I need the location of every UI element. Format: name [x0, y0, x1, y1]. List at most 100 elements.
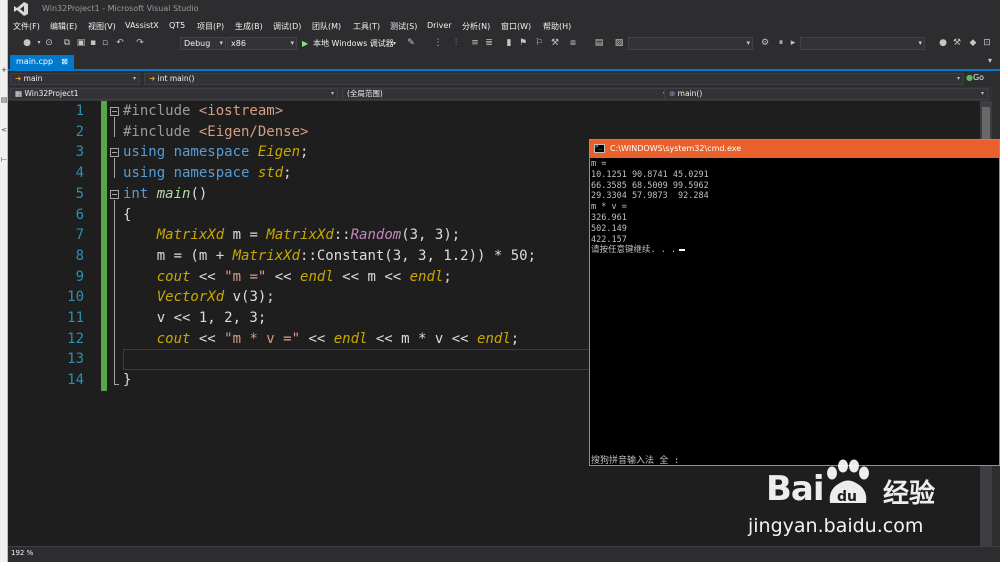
code-token: } — [123, 372, 132, 389]
tools-icon[interactable]: ⚒ — [952, 38, 962, 48]
menu-item[interactable]: 工具(T) — [353, 21, 380, 32]
share-icon[interactable]: < — [0, 126, 8, 134]
prev-bookmark-icon[interactable]: ⚑ — [518, 38, 528, 48]
settings-icon[interactable]: ⊡ — [982, 38, 992, 48]
menu-item[interactable]: 调试(D) — [273, 21, 301, 32]
forward-icon[interactable]: ⊙ — [44, 38, 54, 48]
save-all-icon[interactable]: ▫ — [100, 38, 110, 48]
code-line[interactable]: using namespace Eigen; — [123, 142, 308, 163]
open-file-icon[interactable]: ▣ — [76, 38, 86, 48]
go-button[interactable]: ●Go — [966, 73, 984, 85]
chevron-down-icon: ▾ — [956, 75, 960, 82]
clear-bookmarks-icon[interactable]: ⚒ — [550, 38, 560, 48]
code-line[interactable]: using namespace std; — [123, 163, 292, 184]
menu-item[interactable]: 分析(N) — [462, 21, 490, 32]
code-line[interactable]: VectorXd v(3); — [123, 287, 275, 308]
search-combo[interactable]: ▾ — [628, 37, 753, 50]
code-line[interactable]: cout << "m =" << endl << m << endl; — [123, 267, 452, 288]
debug-step-icon[interactable]: ⏸ — [776, 38, 786, 48]
qt-icon[interactable]: ◆ — [968, 38, 978, 48]
zoom-level[interactable]: 192 % — [11, 549, 33, 557]
console-cursor — [679, 249, 686, 252]
context-select[interactable]: ➜ main ▾ — [10, 73, 140, 85]
visual-studio-logo-icon — [14, 2, 28, 16]
code-line[interactable]: #include <Eigen/Dense> — [123, 122, 308, 143]
pin-icon[interactable]: + — [0, 66, 8, 74]
back-icon[interactable]: ● — [22, 38, 32, 48]
code-token: "m * v =" — [224, 330, 301, 347]
menu-item[interactable]: QT5 — [169, 21, 185, 30]
build-icon[interactable]: ⚙ — [760, 38, 770, 48]
menu-item[interactable]: 测试(S) — [390, 21, 417, 32]
menu-item[interactable]: Driver — [427, 21, 452, 30]
menu-item[interactable]: 团队(M) — [312, 21, 341, 32]
code-line[interactable]: #include <iostream> — [123, 101, 283, 122]
document-tab-strip: main.cpp ⊠ ▾ — [8, 53, 1000, 71]
code-line[interactable]: v << 1, 2, 3; — [123, 308, 267, 329]
scope-select[interactable]: (全局范围)▾ — [342, 88, 670, 100]
code-line[interactable]: { — [123, 205, 131, 226]
code-line[interactable]: MatrixXd m = MatrixXd::Random(3, 3); — [123, 225, 460, 246]
go-label: Go — [972, 73, 985, 82]
menu-item[interactable]: 生成(B) — [235, 21, 263, 32]
record-icon[interactable]: ● — [938, 38, 948, 48]
line-number: 11 — [67, 310, 84, 326]
chevron-down-icon[interactable]: ▾ — [393, 37, 396, 50]
project-select[interactable]: ▦ Win32Project1 ▾ — [10, 88, 338, 100]
comment-block-icon[interactable]: ▤ — [594, 38, 604, 48]
find-icon[interactable]: ⧈ — [568, 38, 578, 48]
close-icon[interactable]: ⊠ — [61, 57, 68, 66]
undo-icon[interactable]: ↶ — [115, 38, 125, 48]
solution-combo[interactable]: ▾ — [800, 37, 925, 50]
start-debug-icon[interactable]: ▶ — [302, 37, 308, 50]
code-token: using namespace — [123, 165, 258, 182]
save-icon[interactable]: ▪ — [88, 38, 98, 48]
window-title: Win32Project1 - Microsoft Visual Studio — [42, 4, 199, 13]
attach-icon[interactable]: ✎ — [406, 38, 416, 48]
chevron-down-icon: ▾ — [290, 39, 294, 47]
code-token: using namespace — [123, 144, 258, 161]
menu-item[interactable]: VAssistX — [125, 21, 159, 30]
menu-item[interactable]: 项目(P) — [197, 21, 224, 32]
play-icon[interactable]: ▸ — [788, 38, 798, 48]
configuration-select[interactable]: Debug ▾ — [180, 37, 226, 50]
back-dropdown-icon[interactable]: ▾ — [34, 38, 44, 48]
console-title-bar[interactable]: C:\WINDOWS\system32\cmd.exe — [590, 140, 999, 158]
jingyan-url: jingyan.baidu.com — [748, 515, 924, 537]
step-icon[interactable]: ⋮ — [433, 38, 443, 48]
bookmark-icon[interactable]: ▮ — [504, 38, 514, 48]
tab-main-cpp[interactable]: main.cpp ⊠ — [10, 55, 74, 69]
menu-item[interactable]: 视图(V) — [88, 21, 116, 32]
code-line[interactable]: m = (m + MatrixXd::Constant(3, 3, 1.2)) … — [123, 246, 536, 267]
line-number: 8 — [75, 247, 84, 264]
tab-list-dropdown-icon[interactable]: ▾ — [988, 56, 992, 65]
menu-item[interactable]: 帮助(H) — [543, 21, 571, 32]
member-select[interactable]: ⊕ main() ▾ — [664, 88, 988, 100]
code-line[interactable]: cout << "m * v =" << endl << m * v << en… — [123, 329, 519, 350]
next-bookmark-icon[interactable]: ⚐ — [534, 38, 544, 48]
comment-icon[interactable]: ≡ — [470, 38, 480, 48]
code-token: << — [190, 268, 225, 285]
code-line[interactable]: int main() — [123, 184, 207, 205]
code-line[interactable]: } — [123, 370, 131, 391]
start-debug-button[interactable]: 本地 Windows 调试器 — [313, 37, 394, 50]
align-icon[interactable]: ⫶ — [451, 38, 461, 48]
console-icon — [594, 143, 605, 153]
collapse-main-icon[interactable] — [110, 190, 119, 199]
console-window[interactable]: C:\WINDOWS\system32\cmd.exe m = 10.1251 … — [589, 139, 1000, 466]
menu-item[interactable]: 文件(F) — [13, 21, 40, 32]
line-number: 6 — [75, 206, 84, 223]
menu-item[interactable]: 编辑(E) — [50, 21, 77, 32]
menu-item[interactable]: 窗口(W) — [501, 21, 531, 32]
code-token: #include — [123, 103, 199, 119]
collapse-include-icon[interactable] — [110, 107, 119, 116]
panel-icon[interactable]: ▤ — [0, 96, 8, 104]
definition-select[interactable]: ➜ int main() ▾ — [144, 73, 964, 85]
uncomment-icon[interactable]: ≣ — [484, 38, 494, 48]
platform-select[interactable]: x86 ▾ — [227, 37, 297, 50]
collapse-using-icon[interactable] — [110, 148, 119, 157]
redo-icon[interactable]: ↷ — [135, 38, 145, 48]
options-icon[interactable]: ▨ — [614, 38, 624, 48]
tool-icon[interactable]: ⊢ — [0, 156, 8, 164]
new-project-icon[interactable]: ⧉ — [62, 38, 72, 48]
